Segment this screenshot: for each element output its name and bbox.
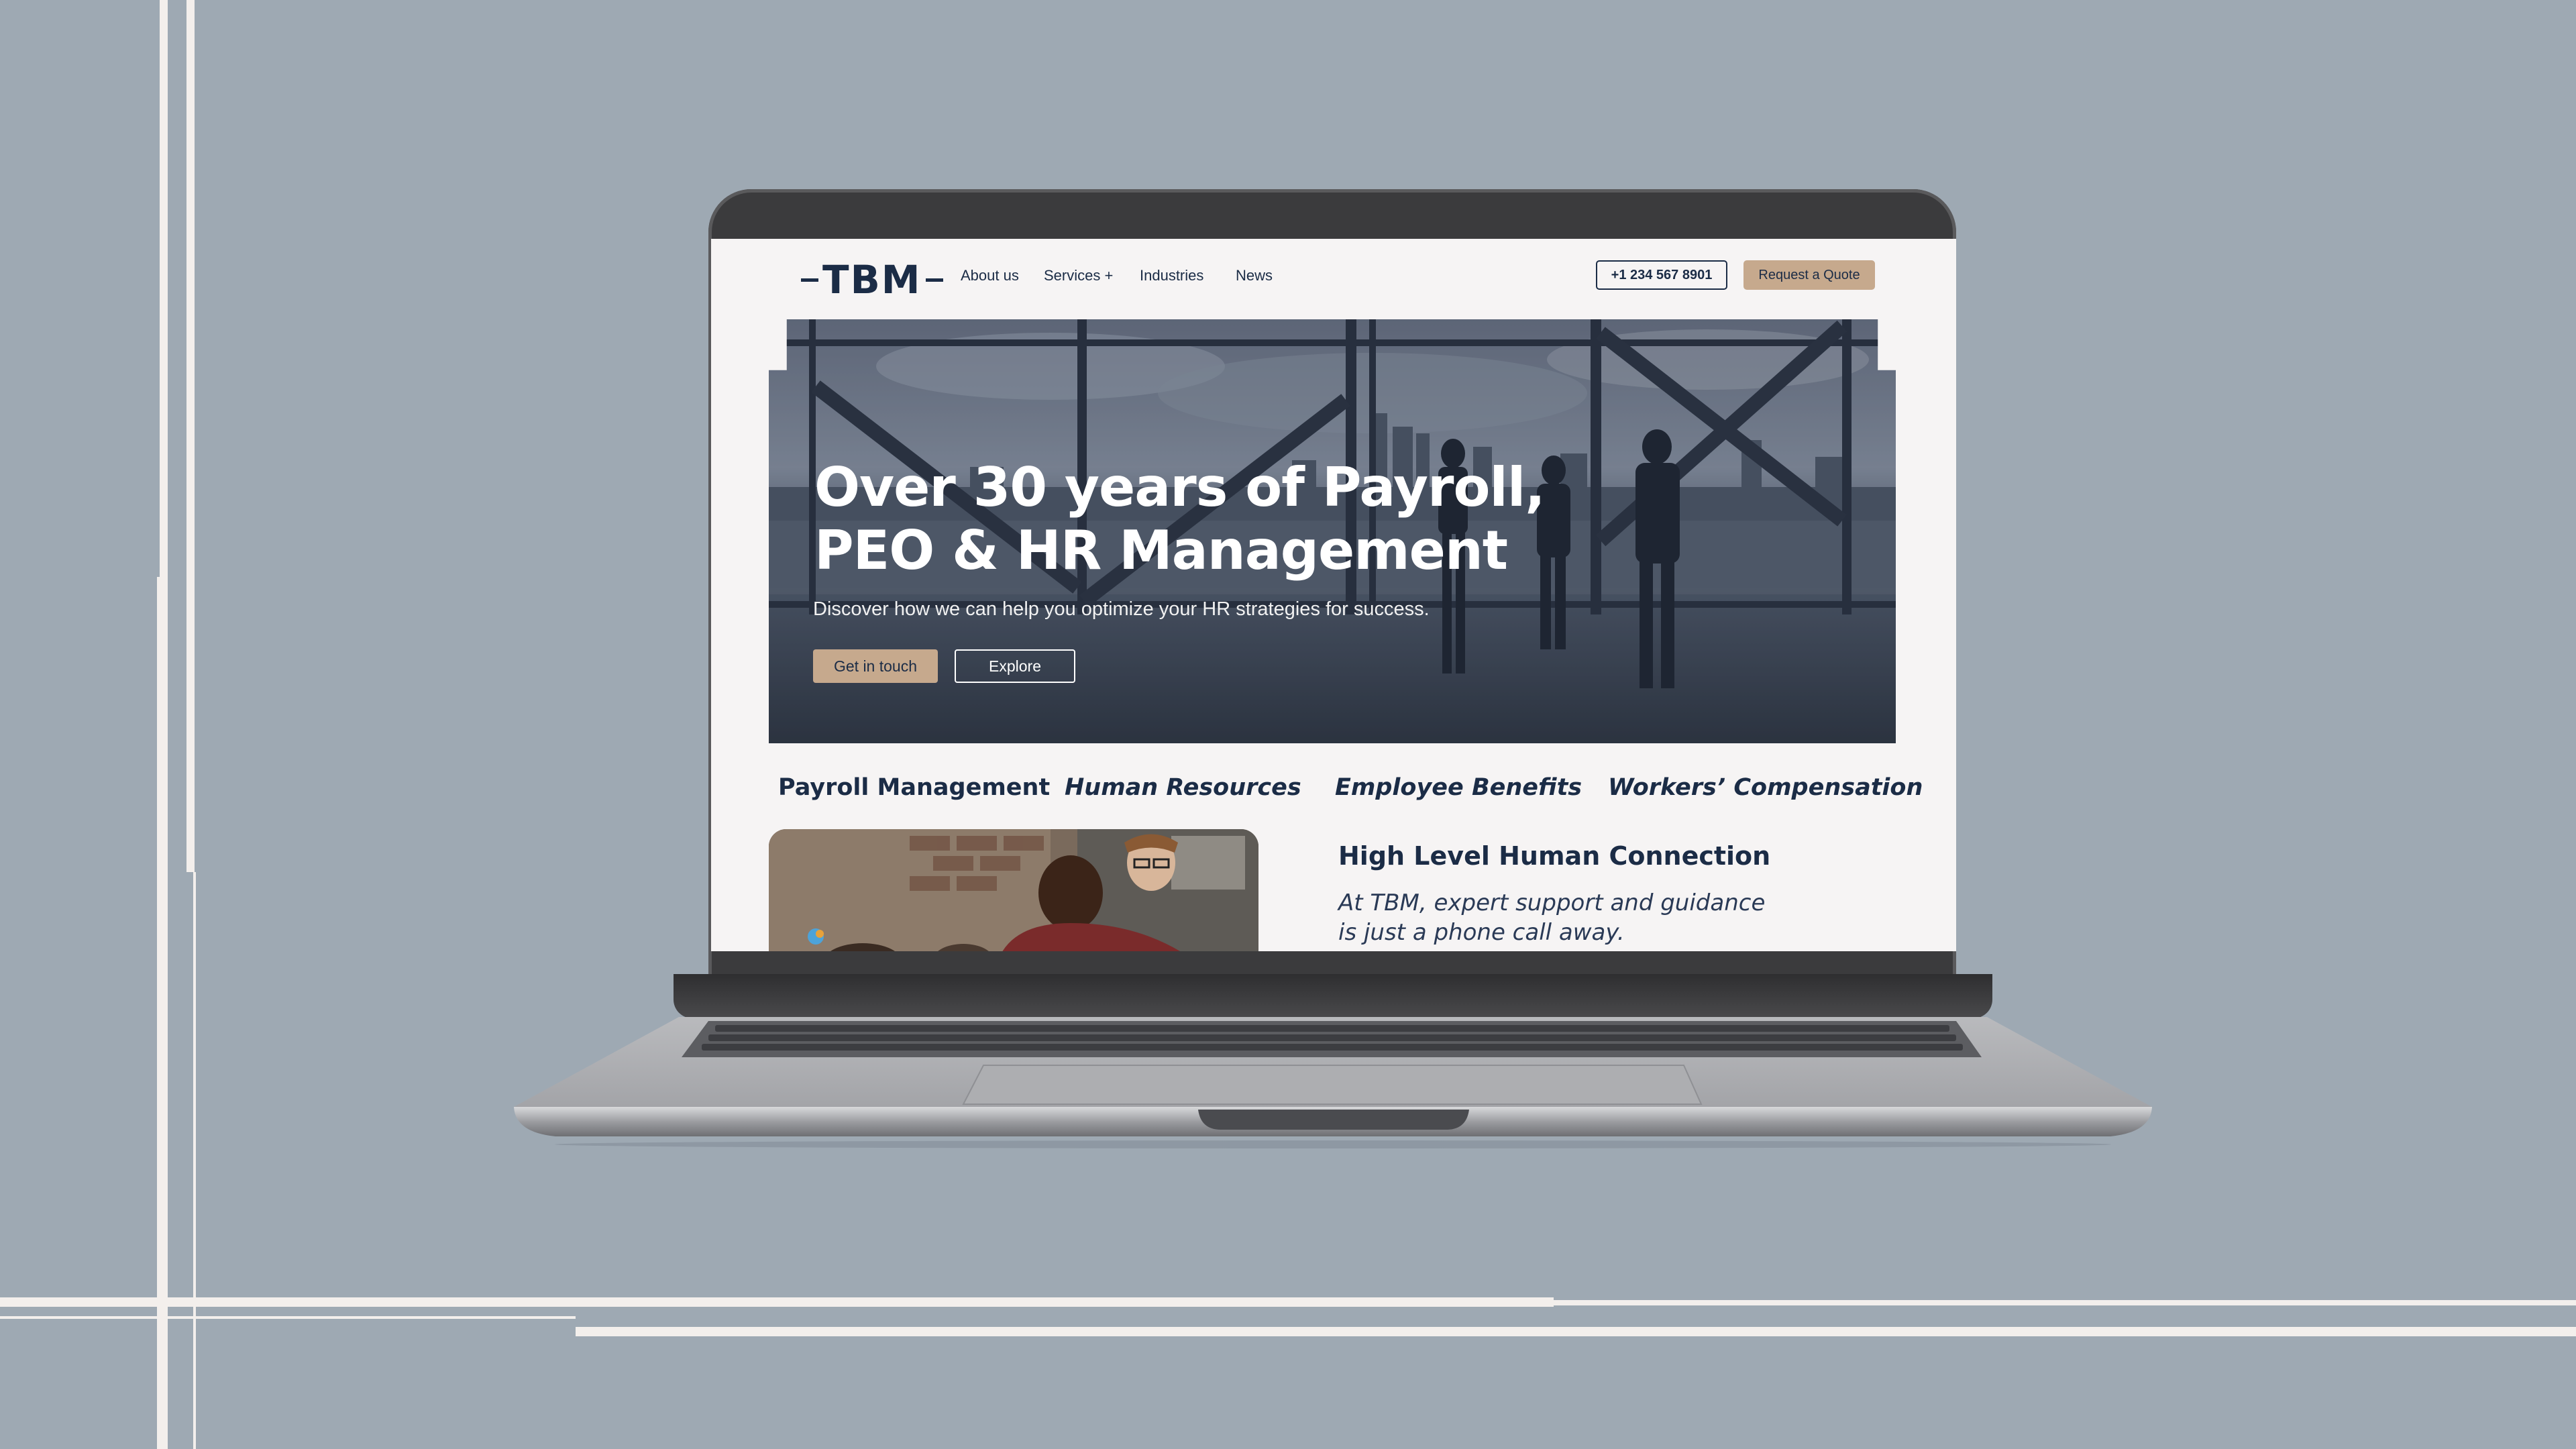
hero-title: Over 30 years of Payroll, PEO & HR Manag… (814, 456, 1552, 582)
team-photo (769, 829, 1258, 951)
laptop-base (514, 1017, 2152, 1148)
tbm-logo[interactable]: TBM (797, 256, 947, 303)
hero-title-line-1: Over 30 years of Payroll, (814, 456, 1546, 519)
site-navbar: TBM About us Services + Industries News … (711, 239, 1956, 319)
explore-button[interactable]: Explore (955, 649, 1075, 683)
nav-about-us[interactable]: About us (961, 267, 1019, 284)
connection-title: High Level Human Connection (1338, 841, 1771, 871)
nav-services[interactable]: Services + (1044, 267, 1113, 284)
service-payroll-management[interactable]: Payroll Management (778, 774, 1050, 801)
connection-text: At TBM, expert support and guidance is j… (1338, 890, 1766, 946)
decor-line (160, 0, 168, 1449)
service-employee-benefits[interactable]: Employee Benefits (1335, 774, 1582, 801)
hero-title-line-2: PEO & HR Management (814, 519, 1508, 582)
mockup-stage: TBM About us Services + Industries News … (0, 0, 2576, 1449)
get-in-touch-button[interactable]: Get in touch (813, 649, 938, 683)
decor-line (0, 1297, 1554, 1307)
decor-line (1554, 1300, 2576, 1305)
hero-banner: Over 30 years of Payroll, PEO & HR Manag… (769, 319, 1896, 743)
decor-line (193, 872, 196, 1449)
laptop-screen: TBM About us Services + Industries News … (711, 239, 1956, 951)
decor-line (186, 0, 195, 872)
request-quote-button[interactable]: Request a Quote (1743, 260, 1875, 290)
logo-text: TBM (822, 257, 922, 303)
service-workers-compensation[interactable]: Workers’ Compensation (1608, 774, 1923, 801)
nav-news[interactable]: News (1236, 267, 1273, 284)
decor-line (576, 1327, 2576, 1336)
hero-subtitle: Discover how we can help you optimize yo… (813, 598, 1430, 620)
service-human-resources[interactable]: Human Resources (1065, 774, 1301, 801)
logo-dash-left (801, 278, 818, 282)
laptop-bezel-chin (674, 974, 1992, 1018)
phone-button[interactable]: +1 234 567 8901 (1596, 260, 1727, 290)
decor-line (0, 1316, 576, 1319)
team-photo-image (769, 829, 1258, 951)
logo-dash-right (925, 278, 943, 282)
laptop-base-shape (514, 1017, 2152, 1148)
nav-industries[interactable]: Industries (1140, 267, 1203, 284)
